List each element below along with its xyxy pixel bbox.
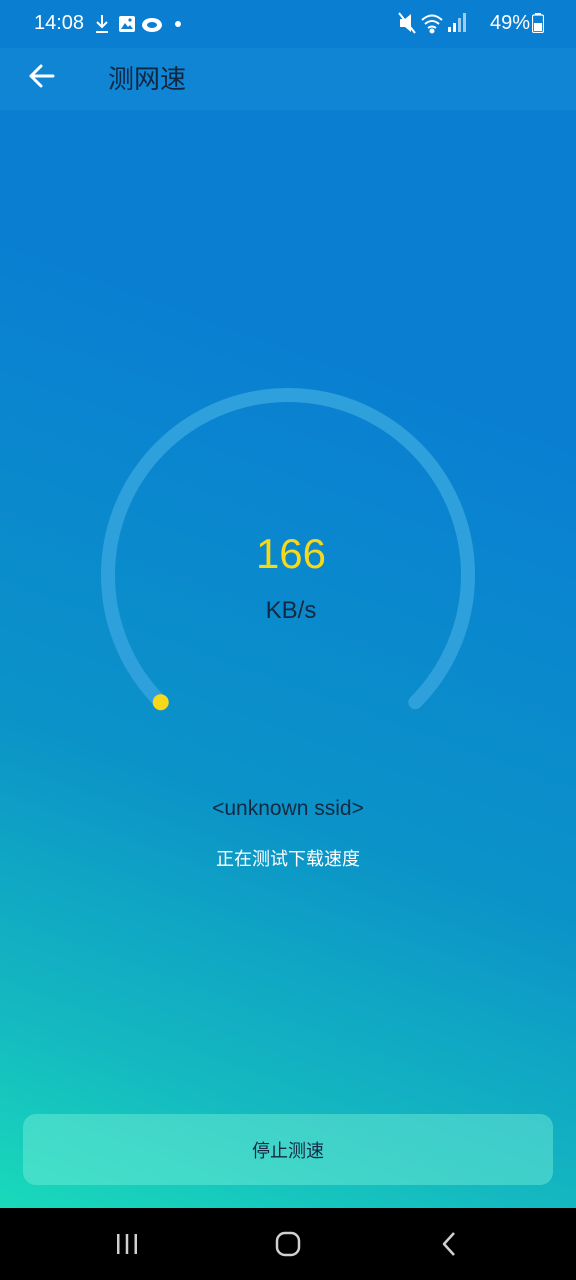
page-title: 测网速	[108, 65, 187, 95]
status-right-icons	[398, 12, 466, 34]
mute-icon	[398, 12, 416, 34]
gauge-indicator-dot	[152, 694, 169, 711]
battery-percent: 49%	[489, 12, 530, 34]
back-button[interactable]	[22, 56, 62, 96]
network-ssid: <unknown ssid>	[212, 797, 364, 820]
stop-test-button[interactable]: 停止测速	[23, 1114, 553, 1185]
back-arrow-icon	[29, 64, 55, 88]
speed-unit: KB/s	[265, 597, 317, 624]
cloud-app-icon	[142, 18, 162, 32]
status-time: 14:08	[34, 12, 85, 34]
wifi-icon	[421, 14, 443, 34]
test-status-text: 正在测试下载速度	[216, 849, 360, 870]
speed-value: 166	[255, 530, 327, 577]
app-bar: 测网速	[0, 48, 576, 110]
battery-icon	[532, 13, 544, 33]
stop-test-label: 停止测速	[252, 1140, 324, 1162]
recent-apps-icon	[117, 1234, 137, 1254]
status-left-icons	[96, 15, 181, 33]
image-icon	[119, 16, 135, 32]
recent-apps-button[interactable]	[87, 1208, 167, 1280]
nav-back-button[interactable]	[410, 1208, 490, 1280]
system-nav-bar	[0, 1208, 576, 1280]
home-icon	[275, 1231, 301, 1257]
download-icon	[96, 15, 108, 33]
signal-icon	[448, 13, 466, 32]
back-icon	[442, 1232, 455, 1256]
home-button[interactable]	[248, 1208, 328, 1280]
status-bar: 14:08 49%	[0, 0, 576, 48]
dot-icon	[175, 21, 181, 27]
